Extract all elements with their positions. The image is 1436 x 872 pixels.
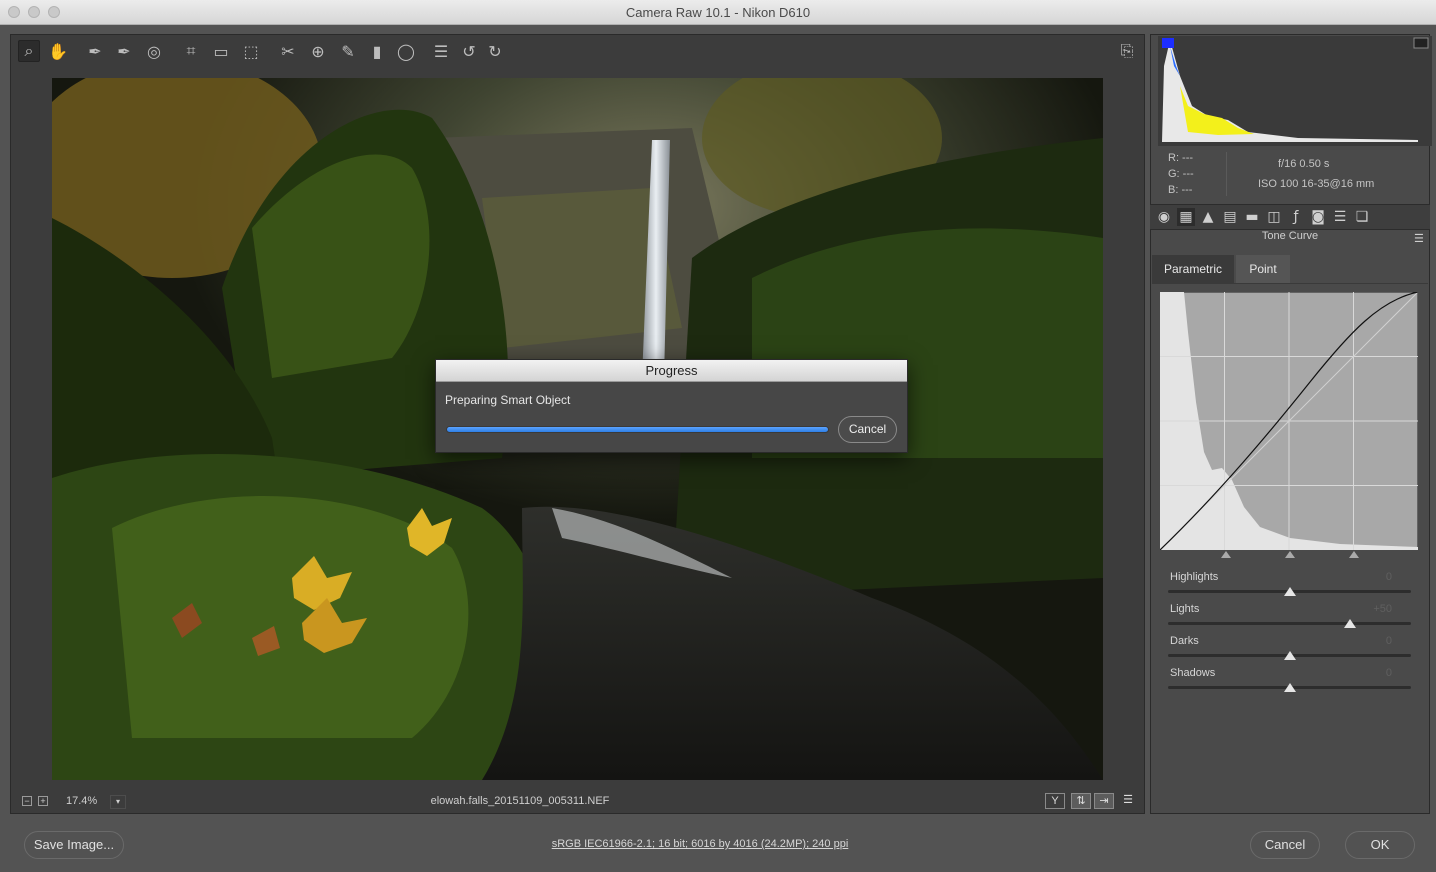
snapshots-panel-icon[interactable]: ❏	[1353, 208, 1371, 226]
histogram-graph	[1158, 36, 1432, 146]
highlights-value[interactable]: 0	[1362, 571, 1392, 583]
dialog-message: Preparing Smart Object	[445, 393, 571, 407]
zoom-out-button[interactable]: −	[22, 796, 32, 806]
title-bar: Camera Raw 10.1 - Nikon D610	[0, 0, 1436, 25]
highlight-clipping-icon[interactable]	[1413, 37, 1429, 49]
shadows-value[interactable]: 0	[1362, 667, 1392, 679]
highlights-label: Highlights	[1170, 571, 1219, 583]
tone-curve-graph[interactable]	[1159, 291, 1419, 551]
zoom-in-button[interactable]: +	[38, 796, 48, 806]
fullscreen-toggle-icon[interactable]: ⎘	[1116, 40, 1138, 62]
rgb-b-readout: B: ---	[1168, 184, 1193, 196]
spot-removal-tool-icon[interactable]: ✂	[277, 40, 299, 62]
rgb-g-readout: G: ---	[1168, 168, 1194, 180]
darks-slider-thumb[interactable]	[1283, 651, 1296, 660]
shadows-label: Shadows	[1170, 667, 1216, 679]
view-settings-icon[interactable]: ☰	[1118, 793, 1138, 809]
transform-tool-icon[interactable]: ⬚	[240, 40, 262, 62]
window-title: Camera Raw 10.1 - Nikon D610	[625, 5, 811, 20]
progress-dialog: Progress Preparing Smart Object Cancel	[435, 359, 908, 453]
rgb-r-readout: R: ---	[1168, 152, 1194, 164]
zoom-dropdown-icon[interactable]: ▾	[110, 795, 126, 809]
histogram	[1158, 36, 1432, 146]
cancel-button[interactable]: Cancel	[1250, 831, 1320, 859]
basic-panel-icon[interactable]: ◉	[1155, 208, 1173, 226]
preferences-icon[interactable]: ☰	[430, 40, 452, 62]
tone-curve-panel-icon[interactable]: ▦	[1177, 208, 1195, 226]
lights-slider-thumb[interactable]	[1344, 619, 1357, 628]
tab-parametric[interactable]: Parametric	[1152, 255, 1234, 283]
iso-lens-info: ISO 100 16-35@16 mm	[1258, 178, 1375, 190]
ok-button[interactable]: OK	[1345, 831, 1415, 859]
preview-status-bar: − + 17.4% ▾ elowah.falls_20151109_005311…	[10, 790, 1145, 812]
adjustment-brush-icon[interactable]: ✎	[337, 40, 359, 62]
shadows-slider-thumb[interactable]	[1283, 683, 1296, 692]
tab-point[interactable]: Point	[1236, 255, 1290, 283]
darks-label: Darks	[1170, 635, 1199, 647]
crop-tool-icon[interactable]: ⌗	[180, 40, 202, 62]
color-sampler-tool-icon[interactable]: ✒	[113, 40, 135, 62]
before-after-view-button[interactable]: Y	[1045, 793, 1065, 809]
dialog-cancel-button[interactable]: Cancel	[838, 416, 897, 443]
effects-panel-icon[interactable]: ƒ	[1287, 208, 1305, 226]
targeted-adjustment-tool-icon[interactable]: ◎	[143, 40, 165, 62]
progress-bar	[446, 426, 829, 433]
section-title: Tone Curve	[1261, 230, 1319, 242]
zoom-tool-icon[interactable]: ⌕	[18, 40, 40, 62]
presets-panel-icon[interactable]: ☰	[1331, 208, 1349, 226]
highlights-slider-thumb[interactable]	[1283, 587, 1296, 596]
workflow-options-link[interactable]: sRGB IEC61966-2.1; 16 bit; 6016 by 4016 …	[500, 838, 900, 850]
lights-value[interactable]: +50	[1362, 603, 1392, 615]
tone-curve-svg	[1159, 291, 1419, 551]
toolbar: ⌕ ✋ ✒ ✒ ◎ ⌗ ▭ ⬚ ✂ ⊕ ✎ ▮ ◯ ☰ ↺ ↻ ⎘	[10, 36, 1145, 68]
white-balance-tool-icon[interactable]: ✒	[84, 40, 106, 62]
darks-value[interactable]: 0	[1362, 635, 1392, 647]
hand-tool-icon[interactable]: ✋	[47, 40, 69, 62]
camera-calibration-panel-icon[interactable]: ◙	[1309, 208, 1327, 226]
straighten-tool-icon[interactable]: ▭	[210, 40, 232, 62]
hsl-panel-icon[interactable]: ▤	[1221, 208, 1239, 226]
split-point-shadows[interactable]	[1221, 551, 1231, 558]
info-divider	[1226, 152, 1227, 196]
split-point-midtones[interactable]	[1285, 551, 1295, 558]
tone-curve-tabs: Parametric Point	[1152, 255, 1428, 284]
rotate-left-icon[interactable]: ↺	[458, 40, 480, 62]
save-image-button[interactable]: Save Image...	[24, 831, 124, 859]
red-eye-tool-icon[interactable]: ⊕	[307, 40, 329, 62]
zoom-level: 17.4%	[66, 795, 98, 807]
lens-corrections-panel-icon[interactable]: ◫	[1265, 208, 1283, 226]
progress-bar-fill	[447, 427, 828, 432]
lights-label: Lights	[1170, 603, 1200, 615]
lights-slider[interactable]	[1168, 622, 1411, 625]
graduated-filter-icon[interactable]: ▮	[366, 40, 388, 62]
split-toning-panel-icon[interactable]: ▬	[1243, 208, 1261, 226]
swap-before-after-icon[interactable]: ⇅	[1071, 793, 1091, 809]
filename-label: elowah.falls_20151109_005311.NEF	[430, 795, 610, 807]
split-point-highlights[interactable]	[1349, 551, 1359, 558]
dialog-title: Progress	[436, 360, 907, 382]
shadow-clipping-icon[interactable]	[1162, 38, 1174, 48]
radial-filter-icon[interactable]: ◯	[395, 40, 417, 62]
detail-panel-icon[interactable]: ▲	[1199, 208, 1217, 226]
copy-settings-icon[interactable]: ⇥	[1094, 793, 1114, 809]
panel-menu-icon[interactable]: ☰	[1414, 232, 1424, 245]
rotate-right-icon[interactable]: ↻	[484, 40, 506, 62]
exposure-info: f/16 0.50 s	[1278, 158, 1330, 170]
panel-tab-strip: ◉ ▦ ▲ ▤ ▬ ◫ ƒ ◙ ☰ ❏	[1150, 204, 1430, 230]
